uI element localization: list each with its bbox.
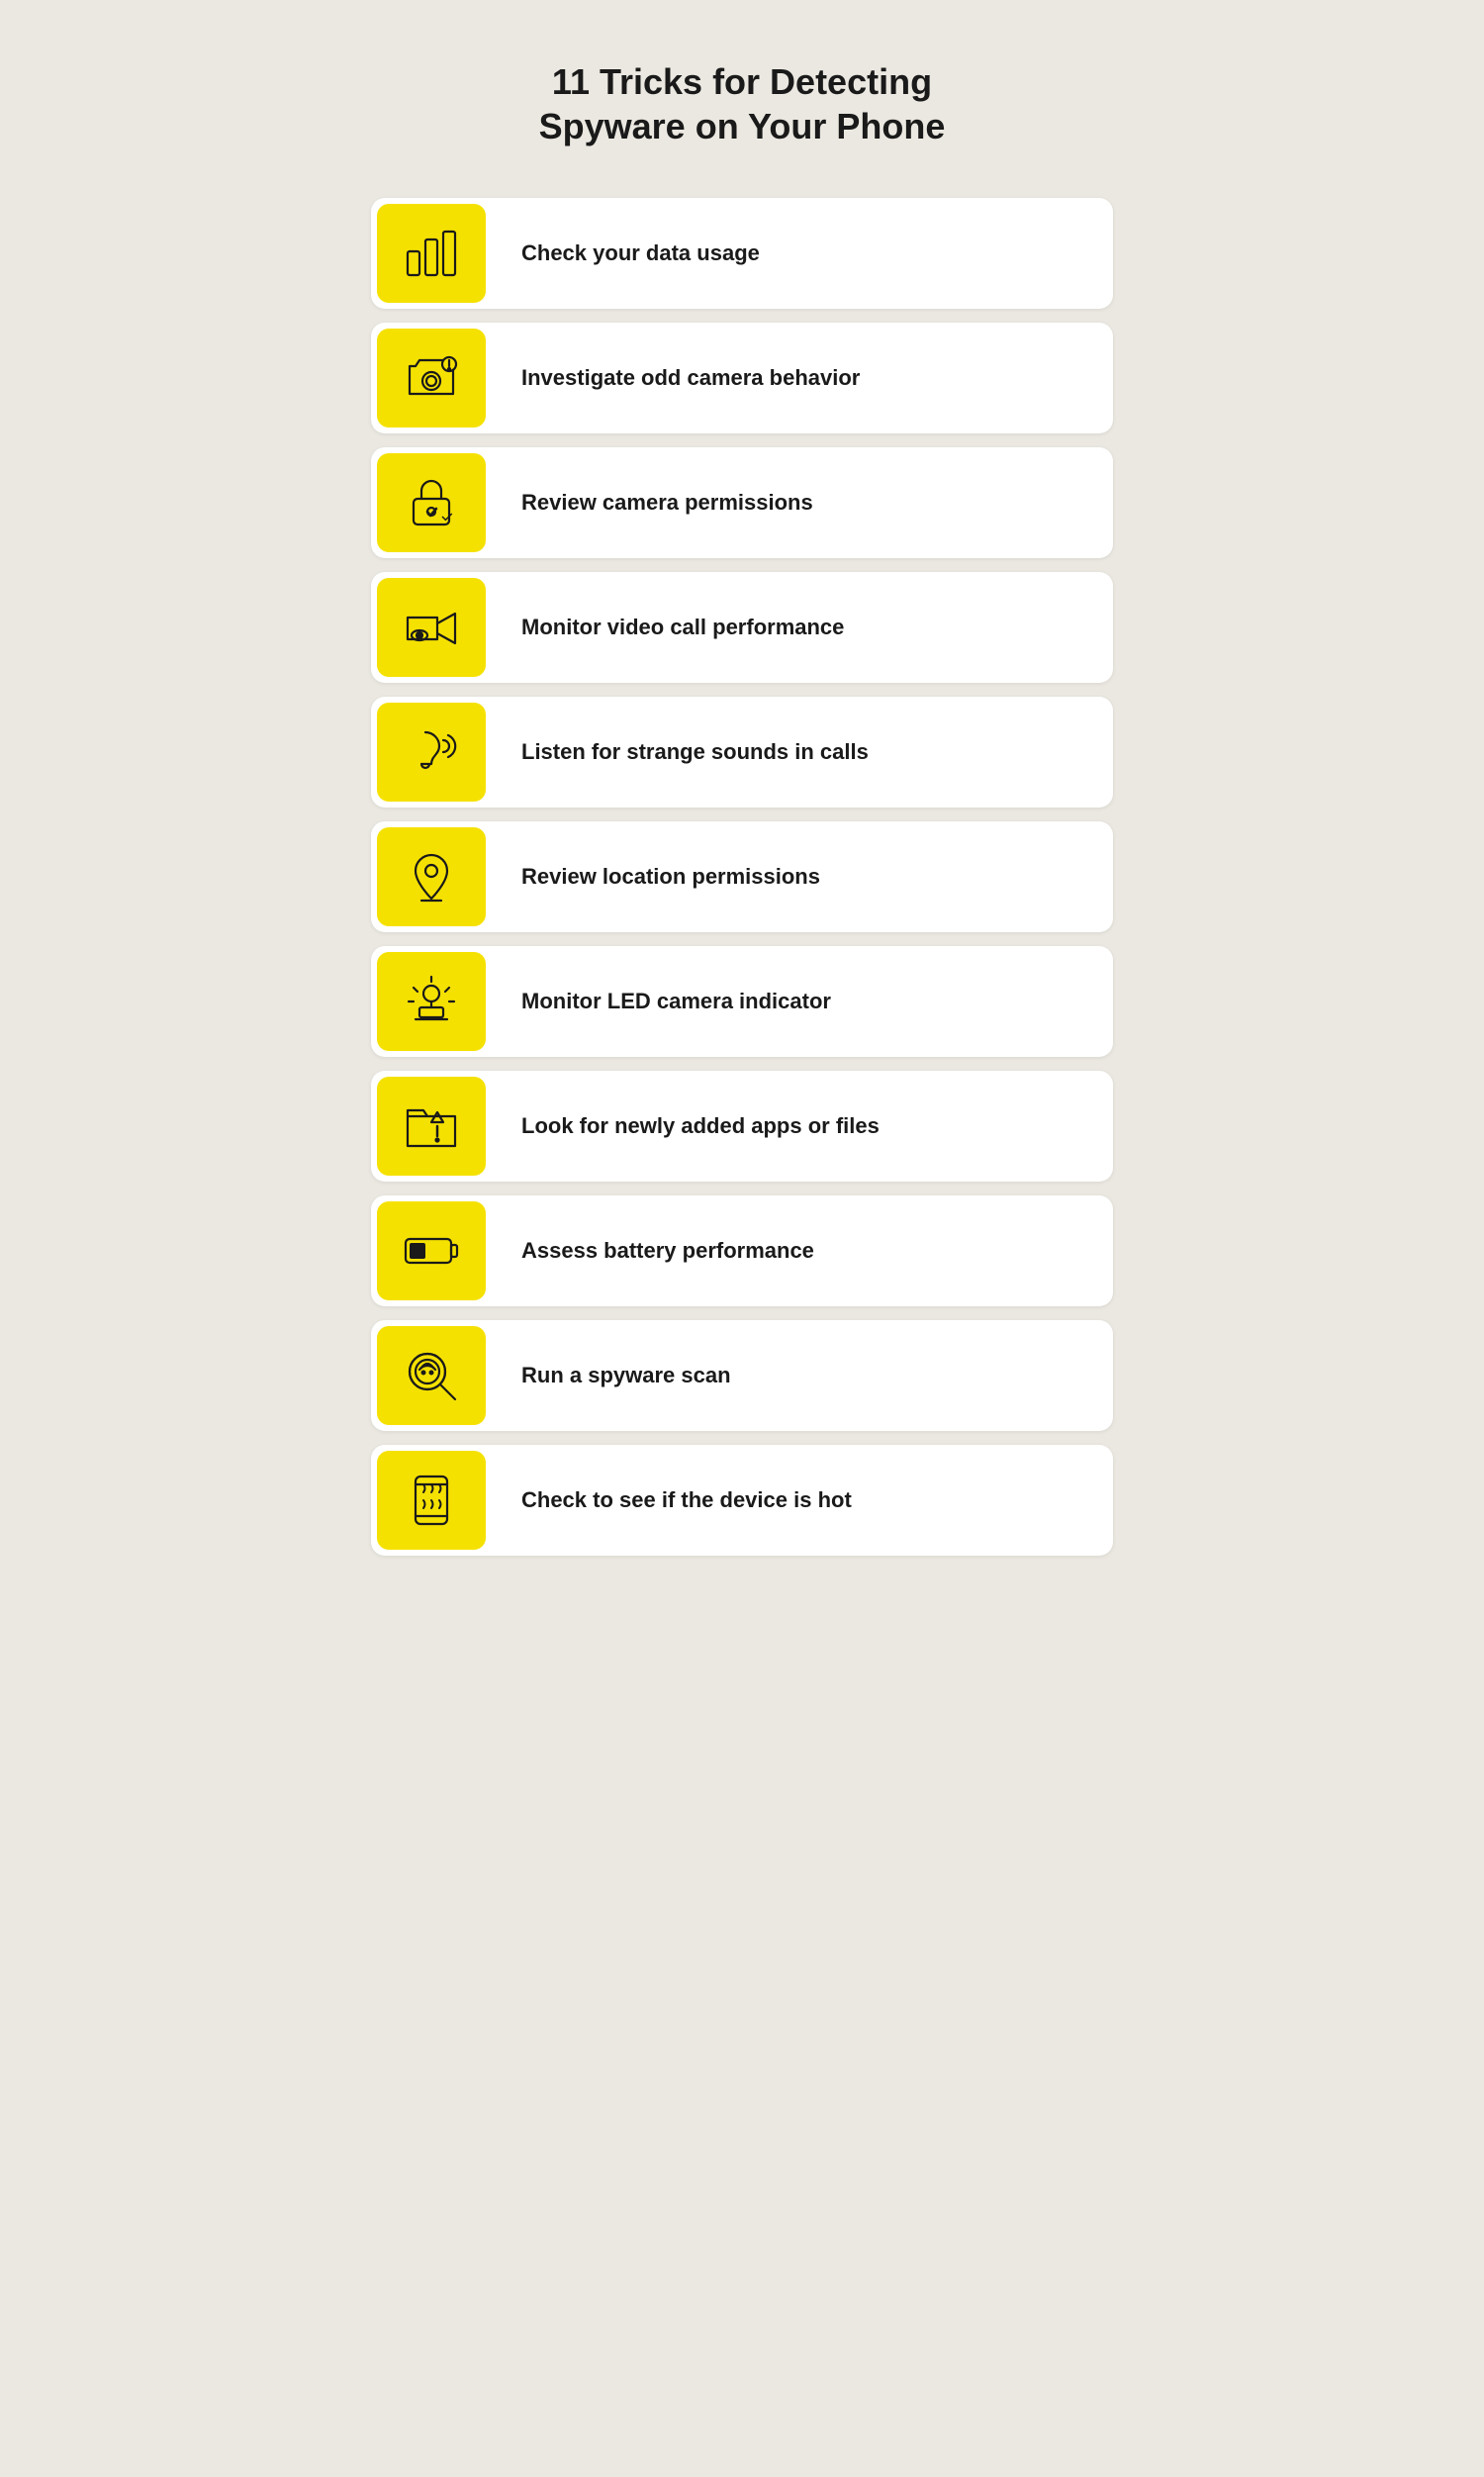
list-item: Review location permissions	[371, 821, 1113, 932]
item-label: Investigate odd camera behavior	[492, 364, 889, 393]
list-item: Assess battery performance	[371, 1195, 1113, 1306]
video-eye-icon	[377, 578, 486, 677]
item-label: Look for newly added apps or files	[492, 1112, 909, 1141]
phone-hot-icon	[377, 1451, 486, 1550]
item-label: Review location permissions	[492, 863, 850, 892]
folder-alert-icon	[377, 1077, 486, 1176]
battery-low-icon	[377, 1201, 486, 1300]
list-item: Review camera permissions	[371, 447, 1113, 558]
list-item: Monitor LED camera indicator	[371, 946, 1113, 1057]
item-label: Check to see if the device is hot	[492, 1486, 881, 1515]
list-item: Look for newly added apps or files	[371, 1071, 1113, 1182]
ear-sound-icon	[377, 703, 486, 802]
list-item: Check to see if the device is hot	[371, 1445, 1113, 1556]
item-label: Assess battery performance	[492, 1237, 844, 1266]
tips-list: Check your data usage Investigate odd ca…	[371, 198, 1113, 1556]
location-pin-icon	[377, 827, 486, 926]
list-item: Investigate odd camera behavior	[371, 323, 1113, 433]
list-item: Run a spyware scan	[371, 1320, 1113, 1431]
lock-check-icon	[377, 453, 486, 552]
spy-search-icon	[377, 1326, 486, 1425]
list-item: Monitor video call performance	[371, 572, 1113, 683]
alarm-light-icon	[377, 952, 486, 1051]
item-label: Check your data usage	[492, 239, 789, 268]
list-item: Check your data usage	[371, 198, 1113, 309]
item-label: Monitor video call performance	[492, 614, 874, 642]
item-label: Review camera permissions	[492, 489, 843, 518]
camera-alert-icon	[377, 329, 486, 428]
bar-chart-icon	[377, 204, 486, 303]
item-label: Monitor LED camera indicator	[492, 988, 861, 1016]
page-container: 11 Tricks for Detecting Spyware on Your …	[371, 40, 1113, 1556]
list-item: Listen for strange sounds in calls	[371, 697, 1113, 808]
page-title: 11 Tricks for Detecting Spyware on Your …	[371, 40, 1113, 158]
item-label: Listen for strange sounds in calls	[492, 738, 898, 767]
item-label: Run a spyware scan	[492, 1362, 761, 1390]
